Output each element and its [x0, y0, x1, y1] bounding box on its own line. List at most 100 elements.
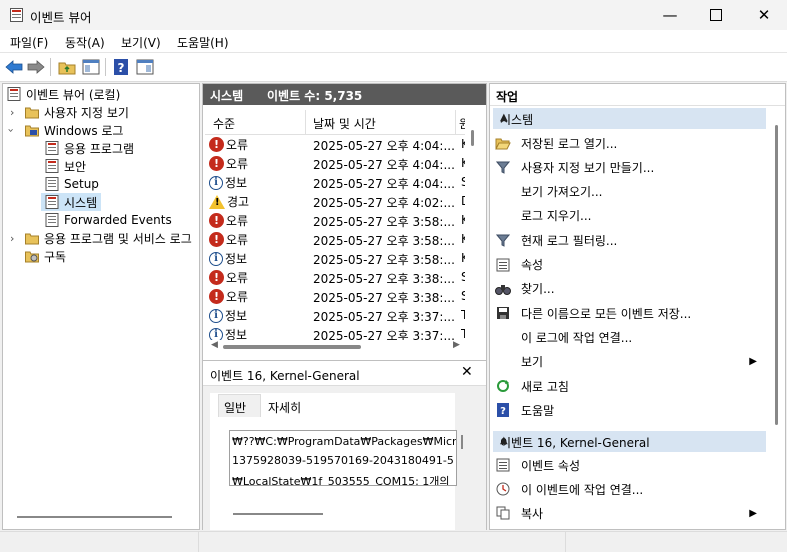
tree-system-label: 시스템 — [64, 195, 98, 210]
error-icon: ! — [209, 232, 224, 247]
tree-item-subscriptions[interactable]: 구독 — [25, 247, 66, 265]
actions-header: 작업 — [496, 90, 519, 104]
show-hide-tree-button[interactable] — [81, 57, 101, 77]
log-icon — [45, 195, 59, 209]
scroll-right-icon[interactable]: ▶ — [453, 340, 460, 350]
scroll-left-icon[interactable]: ◀ — [211, 340, 218, 350]
menu-view[interactable]: 보기(V) — [121, 34, 161, 51]
actions-section-system[interactable]: 시스템 ▲ — [493, 108, 766, 129]
menu-help[interactable]: 도움말(H) — [177, 34, 229, 51]
log-folder-icon — [25, 123, 39, 137]
vertical-scrollbar-thumb[interactable] — [471, 130, 474, 146]
detail-line: ₩LocalState₩1f_503555_COM15: 1개의 — [232, 475, 450, 486]
submenu-arrow-icon: ▶ — [749, 356, 757, 368]
horizontal-scrollbar[interactable]: ◀ ▶ — [209, 340, 465, 354]
action-item[interactable]: 속성 — [495, 255, 765, 275]
action-item[interactable]: 사용자 지정 보기 만들기... — [495, 157, 765, 177]
expand-chevron-icon[interactable]: › — [10, 106, 14, 119]
copy-icon — [495, 505, 511, 521]
event-detail-pane: 이벤트 16, Kernel-General ✕ 일반 자세히 ₩??₩C:₩P… — [203, 360, 486, 530]
event-level: 정보 — [225, 328, 248, 340]
menu-action[interactable]: 동작(A) — [65, 34, 105, 51]
action-label: 사용자 지정 보기 만들기... — [521, 160, 655, 175]
action-item[interactable]: 현재 로그 필터링... — [495, 230, 765, 250]
action-item[interactable]: 복사 ▶ — [495, 503, 765, 523]
expand-chevron-icon[interactable]: › — [10, 232, 14, 245]
tree-item-custom-views[interactable]: 사용자 지정 보기 — [25, 103, 129, 121]
help-toolbar-button[interactable]: ? — [111, 57, 131, 77]
event-source: S — [461, 289, 465, 303]
column-level[interactable]: 수준 — [213, 115, 235, 132]
info-icon: i — [209, 327, 223, 340]
action-item[interactable]: 보기 가져오기... — [495, 182, 765, 202]
action-item[interactable]: 이벤트 속성 — [495, 455, 765, 475]
detail-hscrollbar[interactable] — [233, 513, 323, 515]
action-item[interactable]: 로그 지우기... — [495, 206, 765, 226]
action-item[interactable]: 다른 이름으로 모든 이벤트 저장... — [495, 303, 765, 323]
maximize-button[interactable] — [693, 0, 739, 30]
collapse-chevron-icon[interactable]: › — [5, 128, 18, 132]
show-action-pane-button[interactable] — [135, 57, 155, 77]
event-row[interactable]: ! 오류 2025-05-27 오후 4:04:... K — [209, 135, 465, 154]
tree-item-forwarded-events[interactable]: Forwarded Events — [45, 211, 172, 229]
tree-item-app-services[interactable]: 응용 프로그램 및 서비스 로그 — [25, 229, 197, 247]
close-button[interactable]: ✕ — [741, 0, 787, 30]
up-folder-button[interactable] — [57, 57, 77, 77]
event-date: 2025-05-27 오후 4:02:... — [313, 196, 455, 210]
action-item[interactable]: 이 로그에 작업 연결... — [495, 327, 765, 347]
action-item[interactable]: 찾기... — [495, 279, 765, 299]
log-icon — [45, 177, 59, 191]
detail-scrollbar[interactable] — [461, 435, 463, 449]
action-item[interactable]: 이 이벤트에 작업 연결... — [495, 479, 765, 499]
action-item[interactable]: 저장된 로그 열기... — [495, 133, 765, 153]
forward-button[interactable] — [26, 57, 46, 77]
event-level: 경고 — [227, 195, 250, 209]
event-row[interactable]: i 정보 2025-05-27 오후 3:37:... T — [209, 325, 465, 340]
tab-details[interactable]: 자세히 — [263, 396, 309, 416]
tree-item-application[interactable]: 응용 프로그램 — [45, 139, 134, 157]
detail-close-icon[interactable]: ✕ — [461, 364, 473, 380]
tree-item-root[interactable]: 이벤트 뷰어 (로컬) — [7, 85, 120, 103]
action-item[interactable]: 새로 고침 — [495, 376, 765, 396]
collapse-triangle-icon[interactable]: ▲ — [500, 435, 758, 446]
tree-root-label: 이벤트 뷰어 (로컬) — [26, 87, 121, 102]
detail-text-box[interactable]: ₩??₩C:₩ProgramData₩Packages₩Micros 13759… — [229, 430, 457, 486]
action-pane-icon — [136, 59, 154, 75]
warning-icon: ! — [209, 194, 225, 209]
tree-item-system[interactable]: 시스템 — [41, 193, 102, 211]
tree-item-setup[interactable]: Setup — [45, 175, 99, 193]
event-row[interactable]: i 정보 2025-05-27 오후 3:58:... K — [209, 249, 465, 268]
actions-section-event[interactable]: 이벤트 16, Kernel-General ▲ — [493, 431, 766, 452]
event-row[interactable]: ! 오류 2025-05-27 오후 3:38:... S — [209, 287, 465, 306]
action-item[interactable]: 보기 ▶ — [495, 352, 765, 372]
submenu-arrow-icon: ▶ — [749, 507, 757, 519]
event-row[interactable]: !경고 2025-05-27 오후 4:02:... D — [209, 192, 465, 211]
event-source: S — [461, 270, 465, 284]
event-row[interactable]: i 정보 2025-05-27 오후 4:04:... S — [209, 173, 465, 192]
minimize-button[interactable]: — — [647, 0, 693, 30]
collapse-triangle-icon[interactable]: ▲ — [500, 112, 758, 123]
log-icon — [45, 159, 59, 173]
event-row[interactable]: ! 오류 2025-05-27 오후 3:38:... S — [209, 268, 465, 287]
actions-pane: 작업 시스템 ▲ 저장된 로그 열기... 사용자 지정 보기 만들기... 보기 … — [489, 83, 786, 530]
event-row[interactable]: ! 오류 2025-05-27 오후 3:58:... K — [209, 211, 465, 230]
log-icon — [45, 213, 59, 227]
event-row[interactable]: ! 오류 2025-05-27 오후 3:58:... K — [209, 230, 465, 249]
tree-item-windows-logs[interactable]: Windows 로그 — [25, 121, 123, 139]
info-icon: i — [209, 308, 223, 323]
actions-scrollbar[interactable] — [775, 125, 778, 425]
back-button[interactable] — [4, 57, 24, 77]
column-source[interactable]: 원 — [459, 115, 465, 132]
toolbar: ? — [0, 53, 787, 82]
action-label: 저장된 로그 열기... — [521, 136, 618, 151]
tree-item-security[interactable]: 보안 — [45, 157, 86, 175]
event-row[interactable]: ! 오류 2025-05-27 오후 4:04:... K — [209, 154, 465, 173]
column-date-time[interactable]: 날짜 및 시간 — [313, 115, 376, 132]
action-item[interactable]: ? 도움말 — [495, 400, 765, 420]
folder-icon — [25, 231, 39, 245]
event-row[interactable]: i 정보 2025-05-27 오후 3:37:... T — [209, 306, 465, 325]
menu-file[interactable]: 파일(F) — [10, 34, 48, 51]
horizontal-scrollbar[interactable] — [17, 516, 172, 518]
refresh-icon — [495, 378, 511, 394]
tab-general[interactable]: 일반 — [218, 394, 261, 417]
